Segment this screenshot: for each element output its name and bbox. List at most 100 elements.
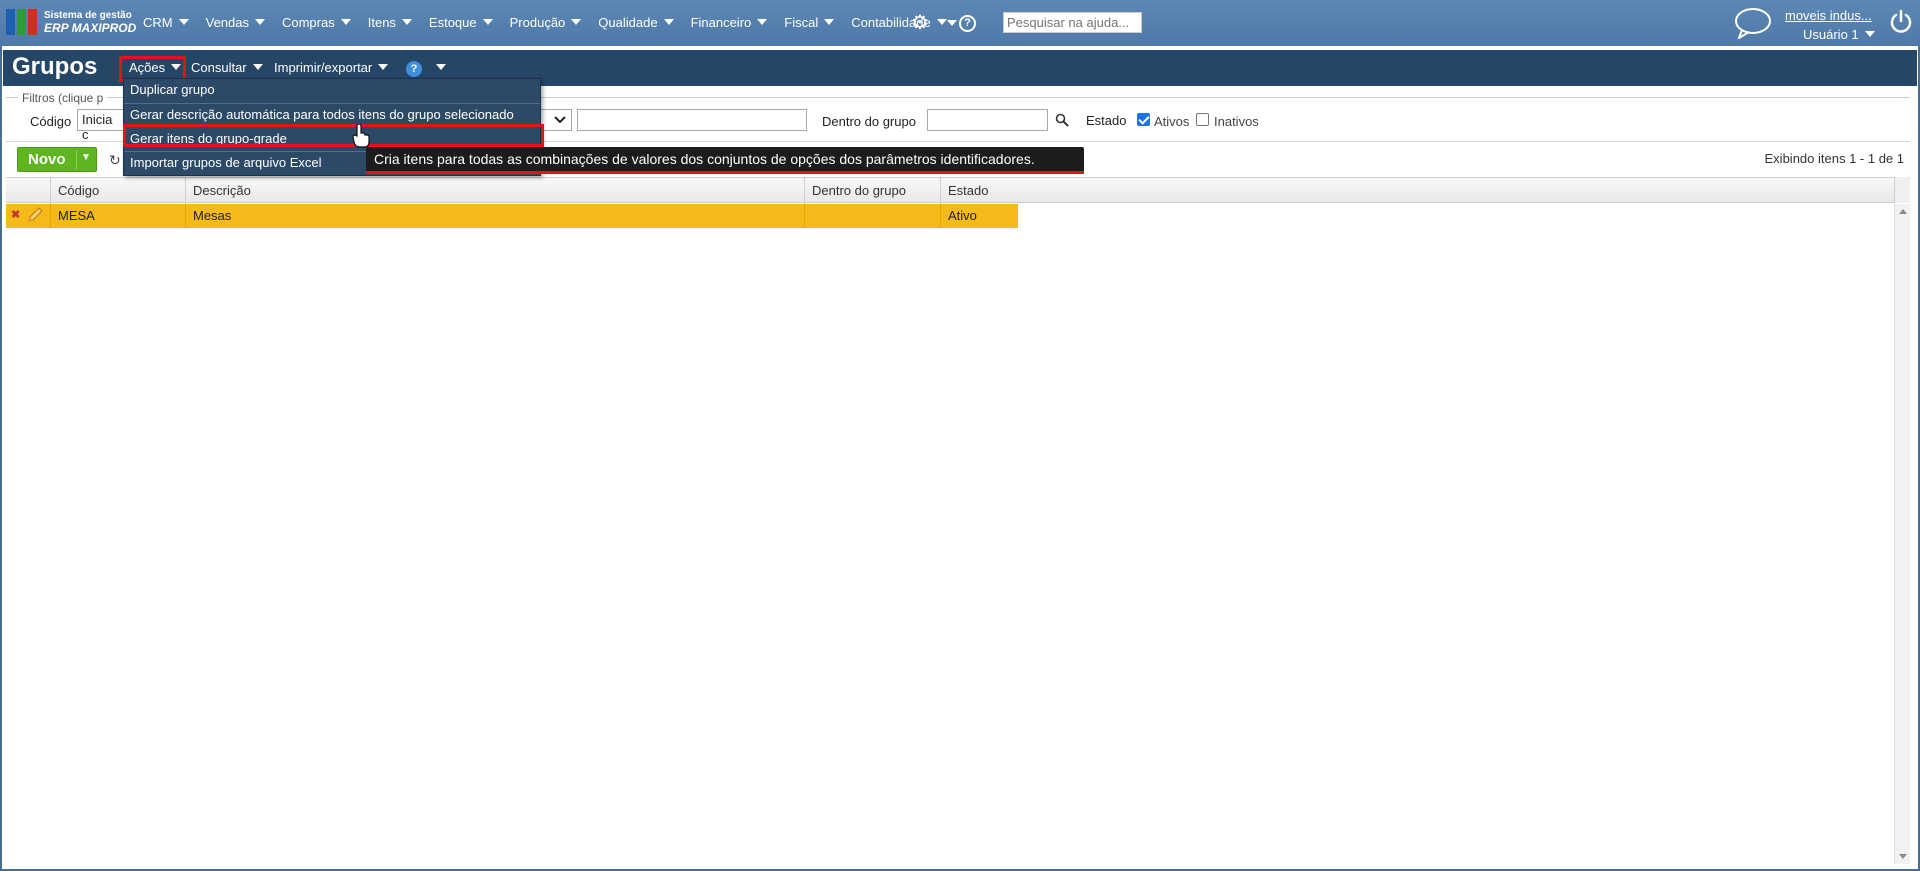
novo-button[interactable]: Novo ▼ [17, 147, 97, 172]
column-header-codigo[interactable]: Código [51, 178, 186, 204]
column-header-actions [6, 178, 51, 204]
gear-icon[interactable]: ⚙ [911, 13, 929, 33]
menu-imprimir-exportar[interactable]: Imprimir/exportar [274, 60, 389, 75]
search-icon[interactable] [1055, 113, 1069, 127]
chevron-down-icon [554, 116, 566, 124]
scroll-up-icon[interactable] [1899, 209, 1907, 214]
column-header-dentro-do-grupo[interactable]: Dentro do grupo [805, 178, 941, 204]
menu-contabilidade[interactable]: Contabilidade [851, 15, 954, 30]
menu-item-gerar-itens-grupo-grade[interactable]: Gerar itens do grupo-grade [130, 131, 287, 146]
ativos-checkbox[interactable] [1137, 113, 1150, 126]
chat-bubble-icon[interactable] [1734, 7, 1772, 39]
filter-dentro-input[interactable] [927, 109, 1048, 131]
button-separator [76, 150, 77, 169]
page-title: Grupos [12, 53, 98, 80]
caret-down-icon [436, 64, 446, 70]
hand-cursor-icon [352, 124, 370, 148]
filter-estado-label: Estado [1086, 113, 1127, 128]
logo-line-2: ERP MAXIPROD [44, 21, 137, 35]
row-actions-cell: ✖ [6, 204, 51, 228]
menu-label: Fiscal [784, 15, 819, 30]
settings-caret-icon[interactable] [947, 20, 957, 26]
app-logo-text[interactable]: Sistema de gestão ERP MAXIPROD [44, 9, 136, 35]
menu-qualidade[interactable]: Qualidade [598, 15, 680, 30]
menu-label: Ações [129, 60, 166, 75]
caret-down-icon [401, 19, 412, 25]
caret-down-icon [936, 19, 947, 25]
filter-codigo-label: Código [30, 114, 72, 129]
menu-crm[interactable]: CRM [143, 15, 196, 30]
filter-dentro-label: Dentro do grupo [822, 114, 916, 129]
menu-label: CRM [143, 15, 173, 30]
grid-header: Código Descrição Dentro do grupo Estado [6, 177, 1894, 204]
table-row[interactable]: ✖ MESA Mesas Ativo [6, 204, 1018, 228]
menu-label: Consultar [191, 60, 247, 75]
user-name-label: Usuário 1 [1803, 27, 1859, 42]
user-menu[interactable]: Usuário 1 [1803, 27, 1875, 42]
help-search-input[interactable] [1003, 12, 1142, 33]
tooltip: Cria itens para todas as combinações de … [366, 147, 1084, 173]
inativos-label: Inativos [1214, 114, 1259, 129]
menu-label: Produção [509, 15, 566, 30]
items-counter: Exibindo itens 1 - 1 de 1 [1764, 151, 1904, 166]
chevron-down-icon[interactable]: ▼ [81, 152, 91, 163]
grid-vertical-scrollbar[interactable] [1894, 204, 1910, 864]
page-help-menu[interactable]: ? [406, 60, 446, 77]
tooltip-highlight-underline [366, 171, 1084, 174]
main-menu: CRM Vendas Compras Itens Estoque Produçã… [143, 15, 964, 30]
menu-financeiro[interactable]: Financeiro [691, 15, 775, 30]
refresh-icon[interactable]: ↻ [109, 152, 121, 169]
menu-label: Financeiro [690, 15, 752, 30]
caret-down-icon [178, 19, 189, 25]
caret-down-icon [254, 19, 265, 25]
menu-label: Vendas [205, 15, 249, 30]
power-icon[interactable] [1889, 9, 1913, 35]
caret-down-icon [571, 19, 582, 25]
menu-item-gerar-descricao[interactable]: Gerar descrição automática para todos it… [130, 107, 514, 122]
edit-pencil-icon[interactable] [26, 206, 44, 224]
inativos-checkbox[interactable] [1196, 113, 1209, 126]
caret-down-icon [171, 64, 182, 70]
column-header-estado[interactable]: Estado [941, 178, 1894, 204]
help-icon[interactable]: ? [959, 15, 976, 32]
column-header-descricao[interactable]: Descrição [186, 178, 805, 204]
menu-item-importar-excel[interactable]: Importar grupos de arquivo Excel [130, 155, 321, 170]
scroll-down-icon[interactable] [1899, 854, 1907, 859]
top-navbar: Sistema de gestão ERP MAXIPROD CRM Venda… [0, 0, 1920, 46]
menu-label: Qualidade [598, 15, 658, 30]
menu-itens[interactable]: Itens [368, 15, 419, 30]
caret-down-icon [663, 19, 674, 25]
filters-legend[interactable]: Filtros (clique p [18, 91, 108, 105]
ativos-label: Ativos [1154, 114, 1190, 129]
cell-dentro-do-grupo [805, 204, 941, 228]
menu-vendas[interactable]: Vendas [206, 15, 272, 30]
caret-down-icon [340, 19, 351, 25]
filter-codigo-mode-select[interactable]: Inicia c [77, 109, 127, 142]
cell-codigo: MESA [51, 204, 186, 228]
novo-label: Novo [28, 151, 66, 168]
caret-down-icon [1864, 31, 1875, 37]
app-logo-icon[interactable] [6, 9, 38, 35]
menu-consultar[interactable]: Consultar [191, 60, 263, 75]
filter-descricao-input[interactable] [577, 109, 807, 131]
caret-down-icon [824, 19, 835, 25]
menu-label: Imprimir/exportar [274, 60, 373, 75]
help-icon: ? [406, 61, 422, 77]
menu-estoque[interactable]: Estoque [429, 15, 500, 30]
grid-header-scroll-corner [1894, 177, 1910, 203]
caret-down-icon [378, 64, 389, 70]
menu-compras[interactable]: Compras [282, 15, 358, 30]
caret-down-icon [252, 64, 263, 70]
menu-divider [124, 103, 540, 104]
menu-acoes[interactable]: Ações [129, 60, 182, 75]
cell-estado: Ativo [948, 208, 977, 223]
delete-icon[interactable]: ✖ [11, 208, 20, 221]
cell-descricao: Mesas [186, 204, 805, 228]
menu-fiscal[interactable]: Fiscal [784, 15, 841, 30]
menu-label: Estoque [428, 15, 477, 30]
menu-producao[interactable]: Produção [510, 15, 589, 30]
menu-label: Itens [367, 15, 396, 30]
company-link[interactable]: moveis indus... [1785, 8, 1872, 23]
menu-item-duplicar-grupo[interactable]: Duplicar grupo [130, 82, 215, 97]
caret-down-icon [482, 19, 493, 25]
